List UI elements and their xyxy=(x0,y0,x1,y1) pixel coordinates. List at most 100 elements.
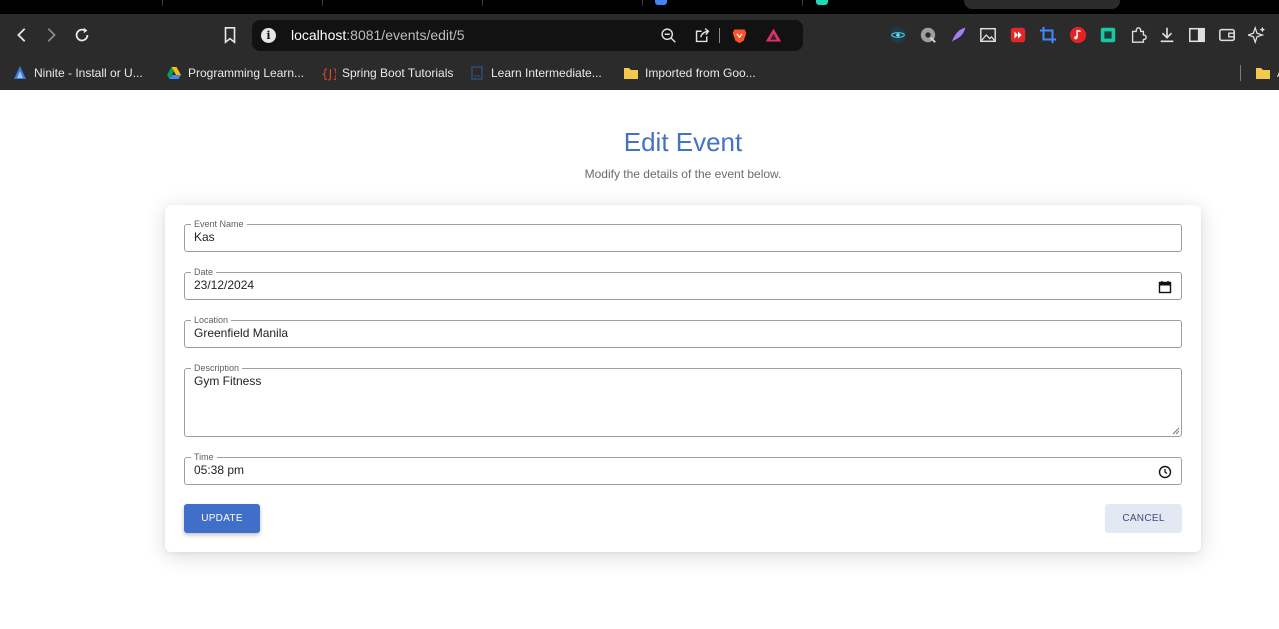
active-tab[interactable] xyxy=(964,0,1120,9)
time-field[interactable]: Time 05:38 pm xyxy=(184,452,1182,485)
brave-rewards-icon xyxy=(765,28,781,41)
bookmarks-bar: Ninite - Install or U... Programming Lea… xyxy=(0,56,1279,90)
share-icon xyxy=(695,27,709,42)
update-button[interactable]: UPDATE xyxy=(184,504,260,533)
event-name-input[interactable]: Kas xyxy=(194,230,215,244)
description-field[interactable]: Description Gym Fitness xyxy=(184,363,1182,437)
bookmark-label: Spring Boot Tutorials xyxy=(342,66,454,80)
bookmark-label: Ninite - Install or U... xyxy=(34,66,143,80)
tab-separator xyxy=(482,0,483,6)
address-bar[interactable]: i localhost:8081/events/edit/5 xyxy=(252,20,803,51)
extension-react-devtools[interactable] xyxy=(888,25,908,45)
bookmark-programming[interactable]: Programming Learn... xyxy=(166,63,304,83)
chevron-left-icon xyxy=(17,28,26,42)
page-title: Edit Event xyxy=(623,127,743,157)
sidebar-button[interactable] xyxy=(1187,25,1207,45)
zoom-out-icon xyxy=(660,27,676,43)
puzzle-icon xyxy=(1131,27,1147,43)
omnibox-divider xyxy=(719,28,720,43)
document-icon xyxy=(469,65,485,81)
forward-button[interactable] xyxy=(39,23,63,47)
location-input[interactable]: Greenfield Manila xyxy=(194,326,288,340)
time-input[interactable]: 05:38 pm xyxy=(194,463,244,477)
extension-teal[interactable] xyxy=(1098,25,1118,45)
crop-icon xyxy=(1039,26,1057,44)
site-info-icon[interactable]: i xyxy=(261,28,276,43)
date-field[interactable]: Date 23/12/2024 xyxy=(184,267,1182,300)
description-label: Description xyxy=(191,363,243,373)
cancel-button[interactable]: CANCEL xyxy=(1105,504,1182,533)
share-button[interactable] xyxy=(692,25,712,45)
reload-icon xyxy=(75,27,89,42)
event-name-field[interactable]: Event Name Kas xyxy=(184,219,1182,252)
resize-handle-icon[interactable] xyxy=(1171,426,1180,435)
bookmark-icon xyxy=(224,26,236,44)
edit-event-form: Event Name Kas Date 23/12/2024 Location … xyxy=(165,205,1201,552)
date-label: Date xyxy=(191,267,217,277)
google-drive-icon xyxy=(166,65,182,81)
ninite-icon xyxy=(12,65,28,81)
brave-rewards-button[interactable] xyxy=(763,25,783,45)
calendar-icon[interactable] xyxy=(1158,280,1172,294)
svg-text:{J}: {J} xyxy=(321,67,336,81)
music-icon xyxy=(1069,26,1087,44)
bookmark-ninite[interactable]: Ninite - Install or U... xyxy=(12,63,143,83)
reload-button[interactable] xyxy=(70,23,94,47)
bookmark-spring-boot[interactable]: {J} Spring Boot Tutorials xyxy=(320,63,453,83)
bookmark-folder-overflow[interactable]: A xyxy=(1255,63,1279,83)
bookmark-label: Programming Learn... xyxy=(188,66,305,80)
page-subtitle: Modify the details of the event below. xyxy=(584,167,782,181)
bookmarks-divider xyxy=(1240,65,1241,81)
sparkle-icon xyxy=(1248,26,1266,44)
tab-favicon[interactable] xyxy=(816,0,828,5)
tab-separator xyxy=(322,0,323,6)
tab-separator xyxy=(802,0,803,6)
bookmark-learn[interactable]: Learn Intermediate... xyxy=(469,63,602,83)
folder-icon xyxy=(623,65,639,81)
bookmark-folder-imported[interactable]: Imported from Goo... xyxy=(623,63,756,83)
clock-icon[interactable] xyxy=(1158,465,1172,479)
extension-video-speed[interactable] xyxy=(1008,25,1028,45)
extension-feather[interactable] xyxy=(948,25,968,45)
zoom-out-button[interactable] xyxy=(658,25,678,45)
disc-icon xyxy=(920,27,936,43)
browser-toolbar: i localhost:8081/events/edit/5 xyxy=(0,14,1279,56)
brave-lion-icon xyxy=(732,29,746,43)
tab-favicon[interactable] xyxy=(655,0,667,5)
wallet-button[interactable] xyxy=(1217,25,1237,45)
image-icon xyxy=(980,27,996,43)
location-field[interactable]: Location Greenfield Manila xyxy=(184,315,1182,348)
feather-icon xyxy=(951,27,966,43)
tab-strip xyxy=(0,0,1279,14)
extension-music[interactable] xyxy=(1068,25,1088,45)
url-path: :8081/events/edit/5 xyxy=(346,27,465,43)
brave-shields-button[interactable] xyxy=(729,25,749,45)
extension-image[interactable] xyxy=(978,25,998,45)
time-label: Time xyxy=(191,452,217,462)
leo-ai-button[interactable] xyxy=(1247,25,1267,45)
tab-separator xyxy=(162,0,163,6)
back-button[interactable] xyxy=(10,23,34,47)
folder-icon xyxy=(1255,65,1271,81)
extensions-menu[interactable] xyxy=(1128,25,1148,45)
extension-crop[interactable] xyxy=(1038,25,1058,45)
event-name-label: Event Name xyxy=(191,219,247,229)
react-icon xyxy=(889,26,907,44)
bookmark-button[interactable] xyxy=(218,23,242,47)
sidebar-icon xyxy=(1189,27,1205,43)
url-text[interactable]: localhost:8081/events/edit/5 xyxy=(291,27,465,43)
description-textarea[interactable]: Gym Fitness xyxy=(194,374,261,388)
location-label: Location xyxy=(191,315,232,325)
date-input[interactable]: 23/12/2024 xyxy=(194,278,254,292)
fast-forward-icon xyxy=(1010,27,1026,43)
downloads-button[interactable] xyxy=(1157,25,1177,45)
extension-media[interactable] xyxy=(918,25,938,45)
wallet-icon xyxy=(1219,28,1235,42)
bookmark-label: Learn Intermediate... xyxy=(491,66,602,80)
chevron-right-icon xyxy=(47,28,56,42)
url-host: localhost xyxy=(291,27,347,43)
square-icon xyxy=(1100,27,1116,43)
download-icon xyxy=(1160,27,1174,43)
bookmark-label: Imported from Goo... xyxy=(645,66,756,80)
javaguides-icon: {J} xyxy=(320,65,336,81)
